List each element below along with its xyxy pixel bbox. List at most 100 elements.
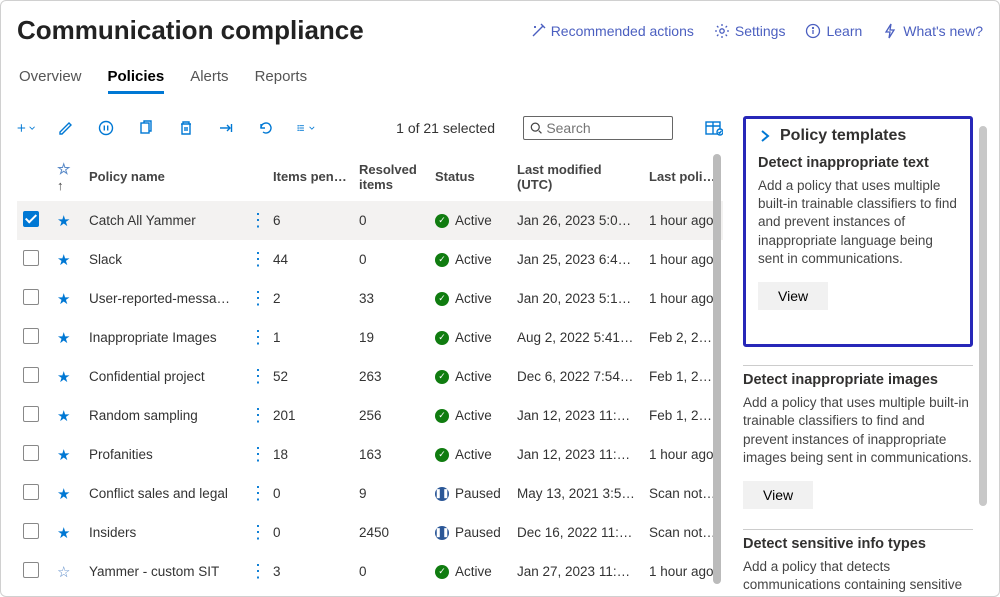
policy-name-cell: Yammer - custom SIT (83, 552, 243, 586)
scan-cell: Feb 1, 2023 5 (643, 396, 723, 435)
col-pending[interactable]: Items pending … (267, 152, 353, 201)
modified-cell: Jan 25, 2023 6:43 A… (511, 240, 643, 279)
status-cell: ✓Active (435, 291, 505, 306)
col-resolved[interactable]: Resolved items (353, 152, 429, 201)
modified-cell: Dec 16, 2022 11:26… (511, 513, 643, 552)
table-row[interactable]: ★Slack⋮440✓ActiveJan 25, 2023 6:43 A…1 h… (17, 240, 723, 279)
favorite-star-icon[interactable]: ☆ (57, 564, 70, 581)
row-menu-button[interactable]: ⋮ (249, 522, 265, 542)
row-checkbox[interactable] (23, 250, 39, 266)
side-scrollbar[interactable] (979, 126, 987, 506)
status-dot-icon: ✓ (435, 370, 449, 384)
favorite-star-icon[interactable]: ★ (57, 486, 70, 503)
table-scrollbar[interactable] (713, 154, 721, 584)
recommended-actions-link[interactable]: Recommended actions (530, 23, 694, 39)
bolt-icon (882, 23, 898, 39)
table-row[interactable]: ☆Yammer - custom SIT⋮30✓ActiveJan 27, 20… (17, 552, 723, 586)
row-menu-button[interactable]: ⋮ (249, 405, 265, 425)
learn-link[interactable]: Learn (805, 23, 862, 39)
refresh-button[interactable] (257, 119, 275, 137)
col-name[interactable]: Policy name (83, 152, 243, 201)
recommended-actions-label: Recommended actions (551, 23, 694, 39)
pending-cell: 0 (267, 474, 353, 513)
favorite-star-icon[interactable]: ★ (57, 447, 70, 464)
table-row[interactable]: ★Random sampling⋮201256✓ActiveJan 12, 20… (17, 396, 723, 435)
favorite-star-icon[interactable]: ★ (57, 330, 70, 347)
status-dot-icon: ✓ (435, 448, 449, 462)
col-scan[interactable]: Last policy s (643, 152, 723, 201)
policy-name-cell: Catch All Yammer (83, 201, 243, 240)
settings-link[interactable]: Settings (714, 23, 786, 39)
favorite-star-icon[interactable]: ★ (57, 369, 70, 386)
table-row[interactable]: ★Confidential project⋮52263✓ActiveDec 6,… (17, 357, 723, 396)
pause-button[interactable] (97, 119, 115, 137)
header-actions: Recommended actions Settings Learn What'… (530, 23, 983, 39)
pending-cell: 3 (267, 552, 353, 586)
col-modified[interactable]: Last modified (UTC) (511, 152, 643, 201)
columns-icon (705, 120, 723, 136)
tab-reports[interactable]: Reports (255, 64, 308, 94)
add-button[interactable] (17, 119, 35, 137)
row-menu-button[interactable]: ⋮ (249, 366, 265, 386)
search-icon (530, 121, 542, 135)
favorite-star-icon[interactable]: ★ (57, 291, 70, 308)
policy-name-cell: Insiders (83, 513, 243, 552)
row-menu-button[interactable]: ⋮ (249, 444, 265, 464)
row-checkbox[interactable] (23, 328, 39, 344)
status-dot-icon: ✓ (435, 565, 449, 579)
row-menu-button[interactable]: ⋮ (249, 288, 265, 308)
row-menu-button[interactable]: ⋮ (249, 561, 265, 581)
table-row[interactable]: ★Catch All Yammer⋮60✓ActiveJan 26, 2023 … (17, 201, 723, 240)
status-cell: ✓Active (435, 369, 505, 384)
group-button[interactable] (297, 119, 315, 137)
row-checkbox[interactable] (23, 289, 39, 305)
row-checkbox[interactable] (23, 211, 39, 227)
row-checkbox[interactable] (23, 367, 39, 383)
delete-button[interactable] (177, 119, 195, 137)
header: Communication compliance Recommended act… (17, 11, 983, 46)
table-row[interactable]: ★Insiders⋮02450❚❚PausedDec 16, 2022 11:2… (17, 513, 723, 552)
table-row[interactable]: ★User-reported-messages⋮233✓ActiveJan 20… (17, 279, 723, 318)
tab-policies[interactable]: Policies (108, 64, 165, 94)
col-favorite[interactable]: ☆ ↑ (51, 152, 83, 201)
row-menu-button[interactable]: ⋮ (249, 483, 265, 503)
tab-overview[interactable]: Overview (19, 64, 82, 94)
favorite-star-icon[interactable]: ★ (57, 408, 70, 425)
favorite-star-icon[interactable]: ★ (57, 213, 70, 230)
row-menu-button[interactable]: ⋮ (249, 327, 265, 347)
tab-alerts[interactable]: Alerts (190, 64, 228, 94)
column-options-button[interactable] (705, 120, 723, 136)
row-checkbox[interactable] (23, 445, 39, 461)
policy-name-cell: Random sampling (83, 396, 243, 435)
row-checkbox[interactable] (23, 406, 39, 422)
row-checkbox[interactable] (23, 562, 39, 578)
view-button[interactable]: View (758, 282, 828, 310)
row-checkbox[interactable] (23, 523, 39, 539)
settings-label: Settings (735, 23, 786, 39)
resolved-cell: 33 (353, 279, 429, 318)
page-title: Communication compliance (17, 15, 364, 46)
search-input[interactable] (546, 120, 666, 136)
row-checkbox[interactable] (23, 484, 39, 500)
table-row[interactable]: ★Inappropriate Images⋮119✓ActiveAug 2, 2… (17, 318, 723, 357)
view-button[interactable]: View (743, 481, 813, 509)
row-menu-button[interactable]: ⋮ (249, 249, 265, 269)
edit-button[interactable] (57, 119, 75, 137)
table-row[interactable]: ★Conflict sales and legal⋮09❚❚PausedMay … (17, 474, 723, 513)
search-box[interactable] (523, 116, 673, 140)
copy-button[interactable] (137, 119, 155, 137)
whatsnew-link[interactable]: What's new? (882, 23, 983, 39)
table-row[interactable]: ★Profanities⋮18163✓ActiveJan 12, 2023 11… (17, 435, 723, 474)
scan-cell: Feb 2, 2023 5 (643, 318, 723, 357)
export-button[interactable] (217, 119, 235, 137)
col-status[interactable]: Status (429, 152, 511, 201)
policy-templates-header[interactable]: Policy templates (758, 127, 958, 145)
favorite-star-icon[interactable]: ★ (57, 525, 70, 542)
plus-icon (17, 121, 26, 135)
resolved-cell: 0 (353, 201, 429, 240)
template-sensitive-info: Detect sensitive info types Add a policy… (743, 529, 973, 597)
grid-area: 1 of 21 selected ☆ ↑ Poli (17, 116, 723, 586)
favorite-star-icon[interactable]: ★ (57, 252, 70, 269)
row-menu-button[interactable]: ⋮ (249, 210, 265, 230)
modified-cell: Jan 26, 2023 5:02 PM (511, 201, 643, 240)
